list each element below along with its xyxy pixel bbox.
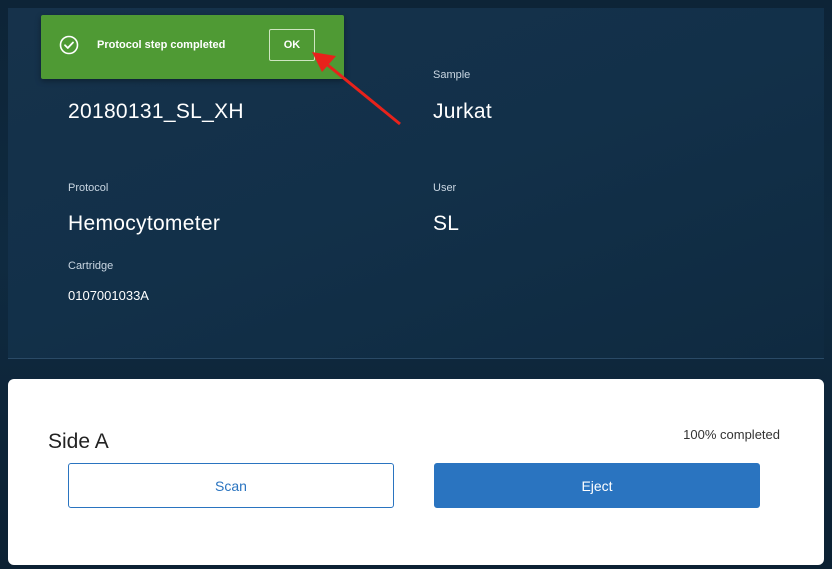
scan-button[interactable]: Scan <box>68 463 394 508</box>
sample-label: Sample <box>433 69 471 81</box>
protocol-value: Hemocytometer <box>68 212 221 235</box>
toast-message: Protocol step completed <box>97 39 226 51</box>
app-screen: 20180131_SL_XH Sample Jurkat Protocol He… <box>0 0 832 569</box>
user-value: SL <box>433 212 460 235</box>
cartridge-value: 0107001033A <box>68 288 149 303</box>
check-circle-icon <box>59 35 79 55</box>
eject-button[interactable]: Eject <box>434 463 760 508</box>
side-a-card: Side A 100% completed Scan Eject <box>8 379 824 565</box>
red-arrow-annotation <box>312 52 401 126</box>
side-title: Side A <box>48 430 109 453</box>
progress-status: 100% completed <box>683 427 780 442</box>
protocol-label: Protocol <box>68 182 109 194</box>
success-toast: Protocol step completed OK <box>41 15 344 79</box>
cartridge-label: Cartridge <box>68 260 114 272</box>
user-label: User <box>433 182 457 194</box>
experiment-name: 20180131_SL_XH <box>68 100 244 123</box>
sample-value: Jurkat <box>433 100 492 123</box>
